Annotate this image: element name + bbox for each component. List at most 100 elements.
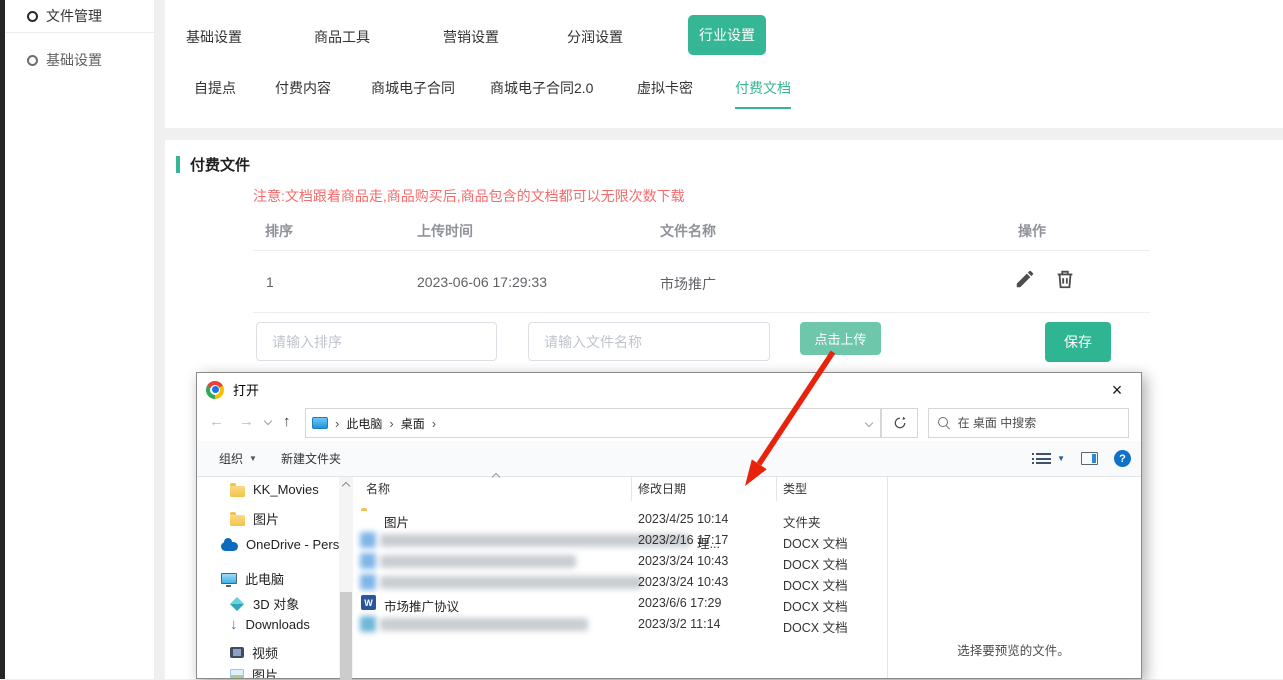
tab-industry-settings-active[interactable]: 行业设置 — [688, 15, 766, 55]
edit-icon[interactable] — [1014, 268, 1036, 290]
chevron-down-icon: ▼ — [249, 454, 257, 463]
breadcrumb-separator: › — [335, 416, 339, 431]
subtab-virtual-card[interactable]: 虚拟卡密 — [637, 78, 693, 107]
search-box[interactable] — [928, 408, 1129, 438]
table-header-action: 操作 — [1018, 221, 1046, 241]
redacted-file-name — [380, 555, 576, 568]
column-divider[interactable] — [776, 477, 777, 501]
address-bar[interactable]: › 此电脑 › 桌面 › — [305, 408, 881, 438]
tree-item-pictures-folder[interactable]: 图片 — [230, 509, 279, 528]
file-list: 名称 修改日期 类型 图片 2023/4/25 10:14 文件夹 理... 2… — [353, 477, 887, 678]
file-type: 文件夹 — [783, 512, 821, 531]
tree-item-3d-objects[interactable]: 3D 对象 — [230, 594, 299, 613]
delete-icon[interactable] — [1054, 268, 1076, 290]
file-date: 2023/6/6 17:29 — [638, 596, 721, 610]
sidebar-item-file-management[interactable]: 文件管理 — [27, 6, 102, 26]
address-chevron-down-icon[interactable] — [865, 419, 873, 427]
subtab-paid-docs-active[interactable]: 付费文档 — [735, 78, 791, 109]
tabs-panel: 基础设置 商品工具 营销设置 分润设置 行业设置 自提点 付费内容 商城电子合同… — [165, 0, 1283, 128]
tree-item-label: 图片 — [252, 665, 278, 678]
subtab-pickup-point[interactable]: 自提点 — [194, 78, 236, 107]
radio-circle-icon — [27, 55, 38, 66]
file-type: DOCX 文档 — [783, 596, 848, 615]
tab-basic-settings[interactable]: 基础设置 — [186, 27, 242, 47]
subtab-e-contract[interactable]: 商城电子合同 — [371, 78, 455, 107]
download-arrow-icon: ↓ — [230, 617, 238, 632]
forward-icon[interactable]: → — [239, 413, 254, 430]
file-type: DOCX 文档 — [783, 533, 848, 552]
up-icon[interactable]: ↑ — [283, 413, 291, 430]
new-folder-label: 新建文件夹 — [281, 450, 341, 467]
file-date: 2023/4/25 10:14 — [638, 512, 728, 526]
tree-item-label: 3D 对象 — [253, 594, 299, 613]
file-name: 市场推广协议 — [384, 596, 459, 615]
tree-item-label: OneDrive - Personal — [246, 537, 339, 552]
organize-menu-button[interactable]: 组织 ▼ — [219, 450, 257, 467]
redacted-file-icon — [360, 553, 376, 569]
redacted-file-name — [380, 576, 642, 589]
sort-input[interactable] — [256, 322, 497, 361]
row-time-value: 2023-06-06 17:29:33 — [417, 274, 547, 290]
file-row-pictures[interactable]: 图片 2023/4/25 10:14 文件夹 — [353, 509, 887, 530]
refresh-button[interactable] — [881, 408, 918, 438]
file-name-input[interactable] — [528, 322, 770, 361]
dialog-title-bar[interactable]: 打开 — [197, 373, 1141, 406]
help-icon[interactable]: ? — [1114, 450, 1131, 467]
back-icon[interactable]: ← — [209, 413, 224, 430]
new-folder-button[interactable]: 新建文件夹 — [281, 450, 341, 467]
sidebar-divider — [5, 32, 154, 33]
sidebar-item-label: 文件管理 — [46, 6, 102, 26]
breadcrumb-this-pc[interactable]: 此电脑 — [346, 415, 382, 432]
tree-item-label: 图片 — [253, 509, 279, 528]
preview-pane: 选择要预览的文件。 — [887, 477, 1139, 678]
word-doc-icon: W — [361, 595, 376, 610]
column-header-name[interactable]: 名称 — [366, 480, 390, 497]
tree-item-videos[interactable]: 视频 — [230, 643, 278, 662]
sidebar-item-label: 基础设置 — [46, 50, 102, 70]
video-icon — [230, 647, 244, 658]
search-input[interactable] — [958, 416, 1119, 430]
computer-icon — [221, 573, 237, 584]
subtab-paid-content[interactable]: 付费内容 — [275, 78, 331, 107]
upload-button[interactable]: 点击上传 — [800, 322, 881, 355]
tree-scrollbar[interactable] — [339, 477, 353, 678]
tree-item-kk-movies[interactable]: KK_Movies — [230, 482, 319, 497]
tree-item-this-pc[interactable]: 此电脑 — [221, 569, 284, 588]
column-divider[interactable] — [631, 477, 632, 501]
file-date: 2023/3/24 10:43 — [638, 554, 728, 568]
file-row-redacted[interactable]: 2023/3/24 10:43 DOCX 文档 — [353, 572, 887, 593]
chevron-down-icon: ▼ — [1057, 454, 1065, 463]
file-type: DOCX 文档 — [783, 575, 848, 594]
dialog-navigation-bar: ← → ↑ › 此电脑 › 桌面 › — [197, 406, 1141, 441]
tab-product-tools[interactable]: 商品工具 — [314, 27, 370, 47]
subtab-e-contract-2[interactable]: 商城电子合同2.0 — [490, 78, 593, 107]
history-chevron-down-icon[interactable] — [264, 417, 272, 425]
preview-pane-icon[interactable] — [1081, 452, 1098, 465]
pictures-icon — [230, 669, 244, 678]
column-header-type[interactable]: 类型 — [783, 480, 807, 497]
tree-item-onedrive[interactable]: OneDrive - Personal — [221, 537, 339, 552]
file-row-redacted[interactable]: 理... 2023/2/16 17:17 DOCX 文档 — [353, 530, 887, 551]
dialog-body: KK_Movies 图片 OneDrive - Personal 此电脑 3D … — [197, 477, 1141, 678]
file-row-market-promo-agreement[interactable]: W 市场推广协议 2023/6/6 17:29 DOCX 文档 — [353, 593, 887, 614]
refresh-icon — [893, 416, 907, 430]
tree-item-label: 视频 — [252, 643, 278, 662]
scrollbar-thumb[interactable] — [340, 592, 352, 680]
tree-item-pictures[interactable]: 图片 — [230, 665, 278, 678]
onedrive-cloud-icon — [221, 542, 238, 551]
file-row-redacted[interactable]: 2023/3/24 10:43 DOCX 文档 — [353, 551, 887, 572]
tab-profit-sharing[interactable]: 分润设置 — [567, 27, 623, 47]
file-row-redacted[interactable]: 2023/3/2 11:14 DOCX 文档 — [353, 614, 887, 635]
tree-item-downloads[interactable]: ↓ Downloads — [230, 617, 310, 632]
sidebar-item-basic-settings[interactable]: 基础设置 — [27, 50, 102, 70]
save-button[interactable]: 保存 — [1045, 322, 1111, 362]
tree-item-label: Downloads — [246, 617, 310, 632]
scroll-up-icon[interactable] — [342, 482, 350, 490]
breadcrumb-desktop[interactable]: 桌面 — [401, 415, 425, 432]
preview-placeholder-text: 选择要预览的文件。 — [888, 640, 1139, 659]
tab-marketing[interactable]: 营销设置 — [443, 27, 499, 47]
close-icon[interactable]: × — [1102, 378, 1132, 402]
view-mode-button[interactable]: ▼ — [1036, 453, 1065, 464]
section-title: 付费文件 — [176, 154, 250, 175]
column-header-date[interactable]: 修改日期 — [638, 480, 686, 497]
